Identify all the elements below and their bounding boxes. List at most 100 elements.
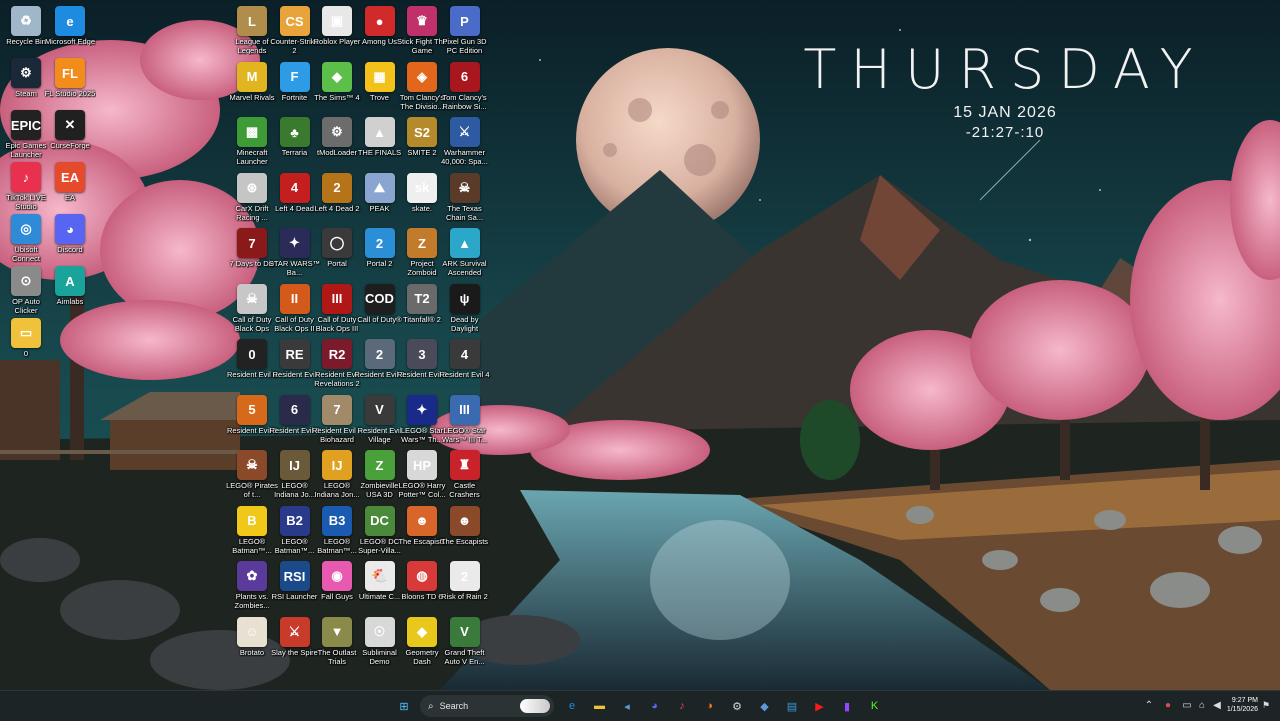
desktop-icon[interactable]: ▭ 0	[0, 316, 52, 370]
tiktok-icon: ♪	[11, 162, 41, 192]
re4-icon: 4	[449, 339, 480, 369]
kick-icon[interactable]: K	[863, 694, 887, 718]
lego-batman3-icon: B3	[322, 505, 352, 536]
terraria-icon: ♣	[279, 117, 310, 147]
desktop-icon[interactable]: ⚔ Warhammer 40,000: Spa...	[439, 115, 491, 169]
the-finals-icon: ▲	[364, 117, 395, 147]
windows-start-icon[interactable]: ⊞	[392, 694, 416, 718]
lego-hp-icon: HP	[407, 450, 437, 480]
notification-bell-icon[interactable]: ⚑	[1262, 700, 1272, 712]
cod-bo2-icon: II	[279, 283, 310, 314]
desktop-icon[interactable]: ☠ The Texas Chain Sa...	[439, 171, 491, 225]
rsi-icon: RSI	[279, 561, 310, 591]
lego-indy2-icon: IJ	[322, 450, 352, 480]
desktop-icon[interactable]: ◕ Discord	[44, 212, 96, 266]
search-highlight-icon	[520, 699, 550, 713]
desktop-icon[interactable]: EA EA	[44, 160, 96, 214]
desktop-icon-label: Resident Evil 4	[439, 370, 490, 379]
desktop-icon[interactable]: ▲ ARK Survival Ascended	[439, 226, 491, 280]
zomboid-icon: Z	[407, 228, 437, 258]
desktop-icon-label: Castle Crashers	[449, 481, 480, 499]
smite-icon: S2	[407, 117, 437, 147]
stick-fight-icon: ♛	[407, 6, 437, 36]
seven-days-icon: 7	[237, 228, 267, 258]
zombieville-icon: Z	[364, 450, 395, 480]
desktop-icon[interactable]: V Grand Theft Auto V En...	[439, 615, 491, 669]
re6-icon: 6	[279, 394, 310, 425]
desktop-icon[interactable]: P Pixel Gun 3D PC Edition	[439, 4, 491, 58]
desktop-icon-label: FL Studio 2025	[44, 89, 96, 98]
taskbar: ⊞ ⌕ Search e ▬ ◂ ◕ ♪ ◑ ⚙ ◆ ▤ ▶ ▮ K ⌃ ● ▭ ⌂ ◀ 9:27 P…	[0, 690, 1280, 721]
warhammer-icon: ⚔	[449, 117, 480, 147]
star-wars-icon: ✦	[279, 228, 310, 258]
geometry-dash-icon: ◆	[407, 616, 437, 647]
lego-sw-icon: ✦	[407, 394, 437, 425]
desktop-icon[interactable]: III LEGO® Star Wars™ III T...	[439, 393, 491, 447]
file-explorer-icon[interactable]: ▬	[588, 694, 612, 718]
search-label: Search	[439, 701, 469, 711]
taskbar-time: 9:27 PM	[1231, 697, 1258, 704]
ark-icon: ▲	[449, 228, 480, 258]
rainbow-six-icon: 6	[449, 61, 480, 92]
desktop-icon-label: Grand Theft Auto V En...	[444, 647, 485, 666]
visual-studio-icon[interactable]: ◂	[615, 694, 639, 718]
recycle-bin-icon: ♻	[11, 6, 41, 36]
desktop-icon-label: 0	[23, 349, 29, 358]
desktop-icon[interactable]: A Aimlabs	[44, 264, 96, 318]
desktop-icon[interactable]: ψ Dead by Daylight	[439, 282, 491, 336]
music-app-icon[interactable]: ♪	[670, 694, 694, 718]
clock-widget: THURSDAY 15 JAN 2026 -21:27-:10	[790, 38, 1220, 142]
desktop-icon[interactable]: 2 Risk of Rain 2	[439, 559, 491, 613]
discord-icon: ◕	[55, 214, 85, 244]
taskbar-search-box[interactable]: ⌕ Search	[420, 695, 554, 717]
fl-studio-icon: FL	[55, 58, 85, 88]
clock-day: THURSDAY	[803, 38, 1207, 101]
display-icon[interactable]: ▭	[1181, 700, 1193, 712]
cod-bo-icon: ☠	[237, 283, 267, 314]
steam-taskbar-icon[interactable]: ⚙	[725, 694, 749, 718]
lego-dc-icon: DC	[364, 505, 395, 536]
slay-spire-icon: ⚔	[279, 616, 310, 647]
re2-icon: 2	[364, 339, 395, 369]
show-hidden-icons-icon[interactable]: ⌃	[1143, 700, 1155, 712]
fall-guys-icon: ◉	[322, 561, 352, 591]
pvz-icon: ✿	[237, 561, 267, 591]
op-auto-clicker-icon: ⊙	[11, 266, 41, 296]
desktop-icon[interactable]: FL FL Studio 2025	[44, 56, 96, 110]
clock-date: 15 JAN 2026	[953, 104, 1057, 121]
twitch-icon[interactable]: ▮	[835, 694, 859, 718]
desktop-icon[interactable]: e Microsoft Edge	[44, 4, 96, 58]
firefox-icon[interactable]: ◑	[698, 694, 722, 718]
re-rev2-icon: R2	[322, 339, 352, 369]
desktop-icon-label: CurseForge	[50, 141, 90, 150]
search-icon: ⌕	[428, 700, 434, 712]
edge-taskbar-icon[interactable]: e	[560, 694, 584, 718]
cod-icon: COD	[364, 283, 395, 314]
ultimate-chicken-icon: 🐔	[364, 561, 395, 591]
desktop-icon-label: LEGO® Star Wars™ III T...	[441, 425, 487, 444]
castle-crashers-icon: ♜	[449, 450, 480, 480]
ea-icon: EA	[55, 162, 85, 192]
taskbar-clock[interactable]: 9:27 PM 1/15/2026	[1214, 696, 1258, 714]
network-icon[interactable]: ⌂	[1196, 700, 1208, 712]
code-editor-icon[interactable]: ◆	[753, 694, 777, 718]
portal-icon: ◯	[322, 228, 352, 258]
discord-taskbar-icon[interactable]: ◕	[643, 694, 667, 718]
desktop-icon[interactable]: ☻ The Escapists	[439, 504, 491, 558]
peak-icon: ⛰	[364, 172, 395, 203]
cs2-icon: CS	[279, 6, 310, 36]
left4dead2-icon: 2	[322, 172, 352, 203]
desktop-icon-label: Risk of Rain 2	[441, 592, 488, 601]
desktop-icon[interactable]: ♜ Castle Crashers	[439, 448, 491, 502]
clock-time: -21:27-:10	[965, 124, 1045, 141]
desktop-icon[interactable]: 6 Tom Clancy's Rainbow Si...	[439, 60, 491, 114]
edge-icon: e	[55, 6, 85, 36]
desktop-icon-label: Discord	[57, 245, 83, 254]
desktop-icon[interactable]: 4 Resident Evil 4	[439, 337, 491, 391]
re-icon: RE	[279, 339, 310, 369]
titanfall-icon: T2	[407, 283, 437, 314]
desktop-icon[interactable]: ✕ CurseForge	[44, 108, 96, 162]
youtube-icon[interactable]: ▶	[808, 694, 832, 718]
notepad-icon[interactable]: ▤	[780, 694, 804, 718]
microphone-icon[interactable]: ●	[1162, 700, 1174, 712]
